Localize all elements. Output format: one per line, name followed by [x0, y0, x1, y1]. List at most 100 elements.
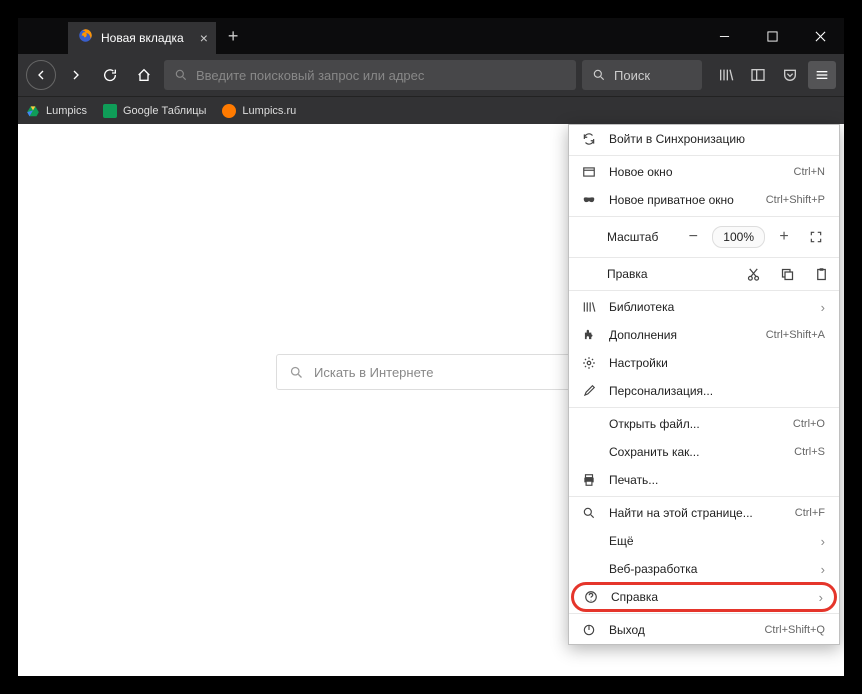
back-button[interactable] [26, 60, 56, 90]
pocket-button[interactable] [776, 61, 804, 89]
zoom-in-button[interactable]: + [771, 225, 797, 249]
window-icon [581, 164, 597, 180]
browser-window: Новая вкладка × + [18, 18, 844, 676]
menu-exit[interactable]: Выход Ctrl+Shift+Q [569, 616, 839, 644]
menu-label: Открыть файл... [609, 417, 781, 431]
menu-zoom-row: Масштаб − 100% + [569, 219, 839, 255]
menu-print[interactable]: Печать... [569, 466, 839, 494]
menu-accel: Ctrl+S [794, 446, 825, 458]
menu-more[interactable]: Ещё › [569, 527, 839, 555]
chevron-right-icon: › [821, 562, 825, 577]
menu-label: Войти в Синхронизацию [609, 132, 825, 146]
menu-label: Правка [579, 267, 735, 281]
tab-title: Новая вкладка [101, 31, 184, 45]
menu-label: Выход [609, 623, 752, 637]
cut-button[interactable] [745, 266, 761, 282]
menu-accel: Ctrl+F [795, 507, 825, 519]
new-tab-button[interactable]: + [216, 18, 251, 54]
bookmarks-bar: Lumpics Google Таблицы Lumpics.ru [18, 96, 844, 124]
fullscreen-button[interactable] [803, 225, 829, 249]
puzzle-icon [581, 327, 597, 343]
menu-accel: Ctrl+Shift+A [766, 329, 825, 341]
menu-label: Печать... [609, 473, 825, 487]
search-icon [289, 365, 304, 380]
tab-active[interactable]: Новая вкладка × [68, 22, 216, 54]
maximize-button[interactable] [748, 18, 796, 54]
close-window-button[interactable] [796, 18, 844, 54]
sheets-icon [103, 104, 117, 118]
menu-accel: Ctrl+O [793, 418, 825, 430]
site-icon [222, 104, 236, 118]
home-search-placeholder: Искать в Интернете [314, 365, 433, 380]
menu-label: Найти на этой странице... [609, 506, 783, 520]
sync-icon [581, 131, 597, 147]
menu-find[interactable]: Найти на этой странице... Ctrl+F [569, 499, 839, 527]
menu-settings[interactable]: Настройки [569, 349, 839, 377]
search-icon [174, 68, 188, 82]
home-button[interactable] [130, 61, 158, 89]
navbar: Введите поисковый запрос или адрес Поиск [18, 54, 844, 96]
chevron-right-icon: › [821, 300, 825, 315]
chevron-right-icon: › [821, 534, 825, 549]
minimize-button[interactable] [700, 18, 748, 54]
menu-new-private-window[interactable]: Новое приватное окно Ctrl+Shift+P [569, 186, 839, 214]
drive-icon [26, 104, 40, 118]
url-bar[interactable]: Введите поисковый запрос или адрес [164, 60, 576, 90]
menu-accel: Ctrl+N [794, 166, 825, 178]
exit-icon [581, 622, 597, 638]
copy-button[interactable] [779, 266, 795, 282]
forward-button[interactable] [62, 61, 90, 89]
brush-icon [581, 383, 597, 399]
bookmark-lumpics[interactable]: Lumpics [26, 104, 87, 118]
menu-sync[interactable]: Войти в Синхронизацию [569, 125, 839, 153]
menu-label: Справка [611, 590, 807, 604]
menu-accel: Ctrl+Shift+Q [764, 624, 825, 636]
hamburger-menu-button[interactable] [808, 61, 836, 89]
search-icon [592, 68, 606, 82]
app-menu: Войти в Синхронизацию Новое окно Ctrl+N … [568, 124, 840, 645]
menu-customize[interactable]: Персонализация... [569, 377, 839, 405]
reload-button[interactable] [96, 61, 124, 89]
menu-help[interactable]: Справка › [571, 582, 837, 612]
menu-edit-row: Правка [569, 260, 839, 288]
mask-icon [581, 192, 597, 208]
paste-button[interactable] [813, 266, 829, 282]
bookmark-lumpicsru[interactable]: Lumpics.ru [222, 104, 296, 118]
search-placeholder: Поиск [614, 68, 650, 83]
menu-new-window[interactable]: Новое окно Ctrl+N [569, 158, 839, 186]
menu-label: Веб-разработка [609, 562, 809, 576]
menu-label: Сохранить как... [609, 445, 782, 459]
bookmark-sheets[interactable]: Google Таблицы [103, 104, 206, 118]
menu-open-file[interactable]: Открыть файл... Ctrl+O [569, 410, 839, 438]
tab-close-icon[interactable]: × [200, 30, 208, 46]
gear-icon [581, 355, 597, 371]
menu-library[interactable]: Библиотека › [569, 293, 839, 321]
firefox-icon [78, 28, 93, 48]
library-toolbar-button[interactable] [712, 61, 740, 89]
menu-label: Персонализация... [609, 384, 825, 398]
search-icon [581, 505, 597, 521]
search-bar[interactable]: Поиск [582, 60, 702, 90]
menu-label: Дополнения [609, 328, 754, 342]
zoom-value[interactable]: 100% [712, 226, 765, 248]
print-icon [581, 472, 597, 488]
menu-label: Ещё [609, 534, 809, 548]
menu-label: Новое окно [609, 165, 782, 179]
sidebar-button[interactable] [744, 61, 772, 89]
titlebar: Новая вкладка × + [18, 18, 844, 54]
menu-addons[interactable]: Дополнения Ctrl+Shift+A [569, 321, 839, 349]
home-search-input[interactable]: Искать в Интернете [276, 354, 586, 390]
bookmark-label: Google Таблицы [123, 105, 206, 117]
menu-accel: Ctrl+Shift+P [766, 194, 825, 206]
chevron-right-icon: › [819, 590, 823, 605]
menu-save-as[interactable]: Сохранить как... Ctrl+S [569, 438, 839, 466]
bookmark-label: Lumpics.ru [242, 105, 296, 117]
menu-label: Новое приватное окно [609, 193, 754, 207]
menu-web-developer[interactable]: Веб-разработка › [569, 555, 839, 583]
menu-label: Библиотека [609, 300, 809, 314]
library-icon [581, 299, 597, 315]
menu-label: Настройки [609, 356, 825, 370]
zoom-out-button[interactable]: − [680, 225, 706, 249]
help-icon [583, 589, 599, 605]
menu-label: Масштаб [579, 230, 670, 244]
